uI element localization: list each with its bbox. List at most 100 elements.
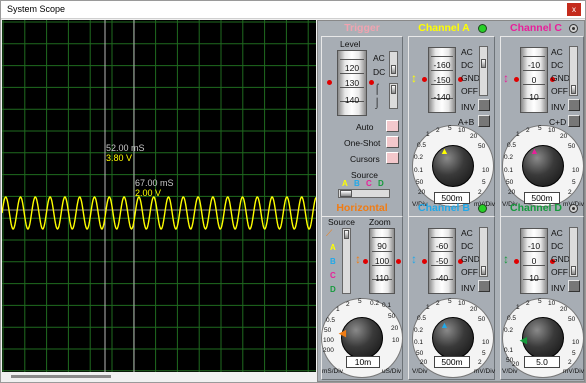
horizontal-time-knob[interactable] <box>341 317 383 359</box>
channel-c-dial-2: 2 <box>526 127 530 134</box>
channel-d-volts-knob[interactable] <box>522 317 564 359</box>
channel-b-enabled-led[interactable] <box>478 204 487 213</box>
control-panel: Trigger Level 120 130 140 AC DC ⌠ ⌡ Auto… <box>317 20 585 382</box>
channel-c-dial-20: 20 <box>560 133 568 140</box>
channel-b-inv-button[interactable] <box>478 280 490 292</box>
horizontal-dial-5: 5 <box>358 298 362 305</box>
channel-a-trace <box>2 196 316 230</box>
trigger-title: Trigger <box>344 22 380 34</box>
channel-a-dial-20m: 20 <box>418 189 426 196</box>
channel-c-dial-0-2: 0.2 <box>504 154 514 161</box>
channel-d-coupling-switch[interactable] <box>569 227 578 277</box>
channel-d-dial-10: 10 <box>548 300 556 307</box>
channel-b-unit-right: mV/Div <box>474 368 495 375</box>
channel-b-coupling-switch[interactable] <box>479 227 488 277</box>
channel-d-ac-label: AC <box>551 228 563 238</box>
channel-b-value-display: 500m <box>434 356 470 368</box>
channel-a-coupling-switch[interactable] <box>479 46 488 96</box>
channel-c-dial-50: 50 <box>568 143 576 150</box>
channel-b-dial-2: 2 <box>436 300 440 307</box>
channel-a-dc-label: DC <box>461 60 474 70</box>
horizontal-source-d: D <box>330 285 336 294</box>
channel-d-dial-0-1: 0.1 <box>504 347 514 354</box>
channel-d-gnd-label: GND <box>551 254 570 264</box>
channel-d-inv-button[interactable] <box>568 280 580 292</box>
horizontal-scrollbar[interactable] <box>11 375 111 378</box>
ramp-icon: ⟋ <box>326 228 333 238</box>
channel-b-dial-0-1: 0.1 <box>414 339 424 346</box>
channel-d-dial-2: 2 <box>526 300 530 307</box>
horizontal-source-switch[interactable] <box>342 228 351 294</box>
trigger-dc-label: DC <box>373 67 386 77</box>
channel-c-gnd-label: GND <box>551 73 570 83</box>
channel-c-dial-10m: 10 <box>572 167 580 174</box>
horizontal-zoom-drum[interactable]: 90 100 110 <box>369 228 395 294</box>
channel-b-position-drum[interactable]: -60 -50 -40 <box>428 228 456 294</box>
trigger-edge-switch[interactable] <box>389 83 398 109</box>
channel-a-position-marker <box>422 77 427 82</box>
channel-a-gnd-label: GND <box>461 73 480 83</box>
trigger-source-c: C <box>366 179 372 188</box>
channel-c-coupling-switch[interactable] <box>569 46 578 96</box>
channel-a-dial-0-1: 0.1 <box>414 167 424 174</box>
trigger-source-slider[interactable] <box>338 189 390 198</box>
channel-c-dial-50m: 50 <box>506 179 514 186</box>
horizontal-zoom-arrow-icon: ↕ <box>355 252 361 266</box>
channel-d-position-arrow-icon: ↕ <box>503 252 509 266</box>
channel-c-dial-2m: 2 <box>568 189 572 196</box>
channel-c-title: Channel C <box>510 22 562 34</box>
falling-edge-icon: ⌡ <box>374 98 381 109</box>
close-button[interactable]: x <box>567 3 581 16</box>
trigger-cursors-label: Cursors <box>350 154 380 164</box>
trigger-oneshot-button[interactable] <box>386 136 399 148</box>
horizontal-zoom-marker-right <box>396 259 401 264</box>
marker-2-time: 67.00 mS <box>135 178 174 188</box>
channel-c-position-marker <box>514 77 519 82</box>
horizontal-value-display: 10m <box>346 356 380 368</box>
channel-b-dc-label: DC <box>461 241 474 251</box>
channel-c-combine-button[interactable] <box>568 115 580 127</box>
channel-d-enabled-led[interactable] <box>569 204 578 213</box>
channel-c-position-drum[interactable]: -10 0 10 <box>520 47 548 113</box>
channel-a-inv-button[interactable] <box>478 99 490 111</box>
channel-a-combine-button[interactable] <box>478 115 490 127</box>
channel-a-dial-50m: 50 <box>416 179 424 186</box>
trigger-auto-button[interactable] <box>386 120 399 132</box>
channel-a-dial-10m: 10 <box>482 167 490 174</box>
rising-edge-icon: ⌠ <box>374 84 381 95</box>
channel-b-knob-pointer-icon: ▲ <box>440 320 449 330</box>
channel-a-volts-knob[interactable] <box>432 145 474 187</box>
horizontal-dial-50b: 50 <box>324 327 332 334</box>
trigger-oneshot-label: One-Shot <box>344 138 381 148</box>
channel-b-dial-0-5: 0.5 <box>417 315 427 322</box>
channel-b-dial-10m: 10 <box>482 339 490 346</box>
horizontal-source-b: B <box>330 257 336 266</box>
horizontal-dial-50: 50 <box>388 313 396 320</box>
channel-c-inv-button[interactable] <box>568 99 580 111</box>
channel-a-enabled-led[interactable] <box>478 24 487 33</box>
trigger-coupling-switch[interactable] <box>389 51 398 77</box>
channel-a-off-label: OFF <box>461 86 478 96</box>
channel-a-dial-2: 2 <box>436 127 440 134</box>
channel-c-dial-5m: 5 <box>572 179 576 186</box>
cursors-button[interactable] <box>386 152 399 164</box>
trigger-level-drum[interactable]: 120 130 140 <box>337 50 367 116</box>
trigger-source-d: D <box>378 179 384 188</box>
channel-a-position-drum[interactable]: -160 -150 -140 <box>428 47 456 113</box>
channel-d-position-drum[interactable]: -10 0 10 <box>520 228 548 294</box>
horizontal-zoom-marker <box>363 259 368 264</box>
channel-b-volts-knob[interactable] <box>432 317 474 359</box>
channel-d-dial-50: 50 <box>568 316 576 323</box>
channel-a-dial-5m: 5 <box>482 179 486 186</box>
title-bar: System Scope x <box>1 1 585 19</box>
channel-d-dial-20: 20 <box>560 306 568 313</box>
channel-c-enabled-led[interactable] <box>569 24 578 33</box>
channel-a-dial-0-2: 0.2 <box>414 154 424 161</box>
channel-c-knob-pointer-icon: ▲ <box>530 146 539 156</box>
horizontal-dial-2: 2 <box>346 301 350 308</box>
scope-display[interactable]: 52.00 mS 3.80 V 67.00 mS 2.00 V <box>2 20 316 372</box>
channel-b-dial-0-2: 0.2 <box>414 327 424 334</box>
channel-c-volts-knob[interactable] <box>522 145 564 187</box>
scope-window: System Scope x 52.00 mS 3.80 V 67.00 mS … <box>0 0 586 383</box>
channel-a-dial-0-5: 0.5 <box>417 142 427 149</box>
